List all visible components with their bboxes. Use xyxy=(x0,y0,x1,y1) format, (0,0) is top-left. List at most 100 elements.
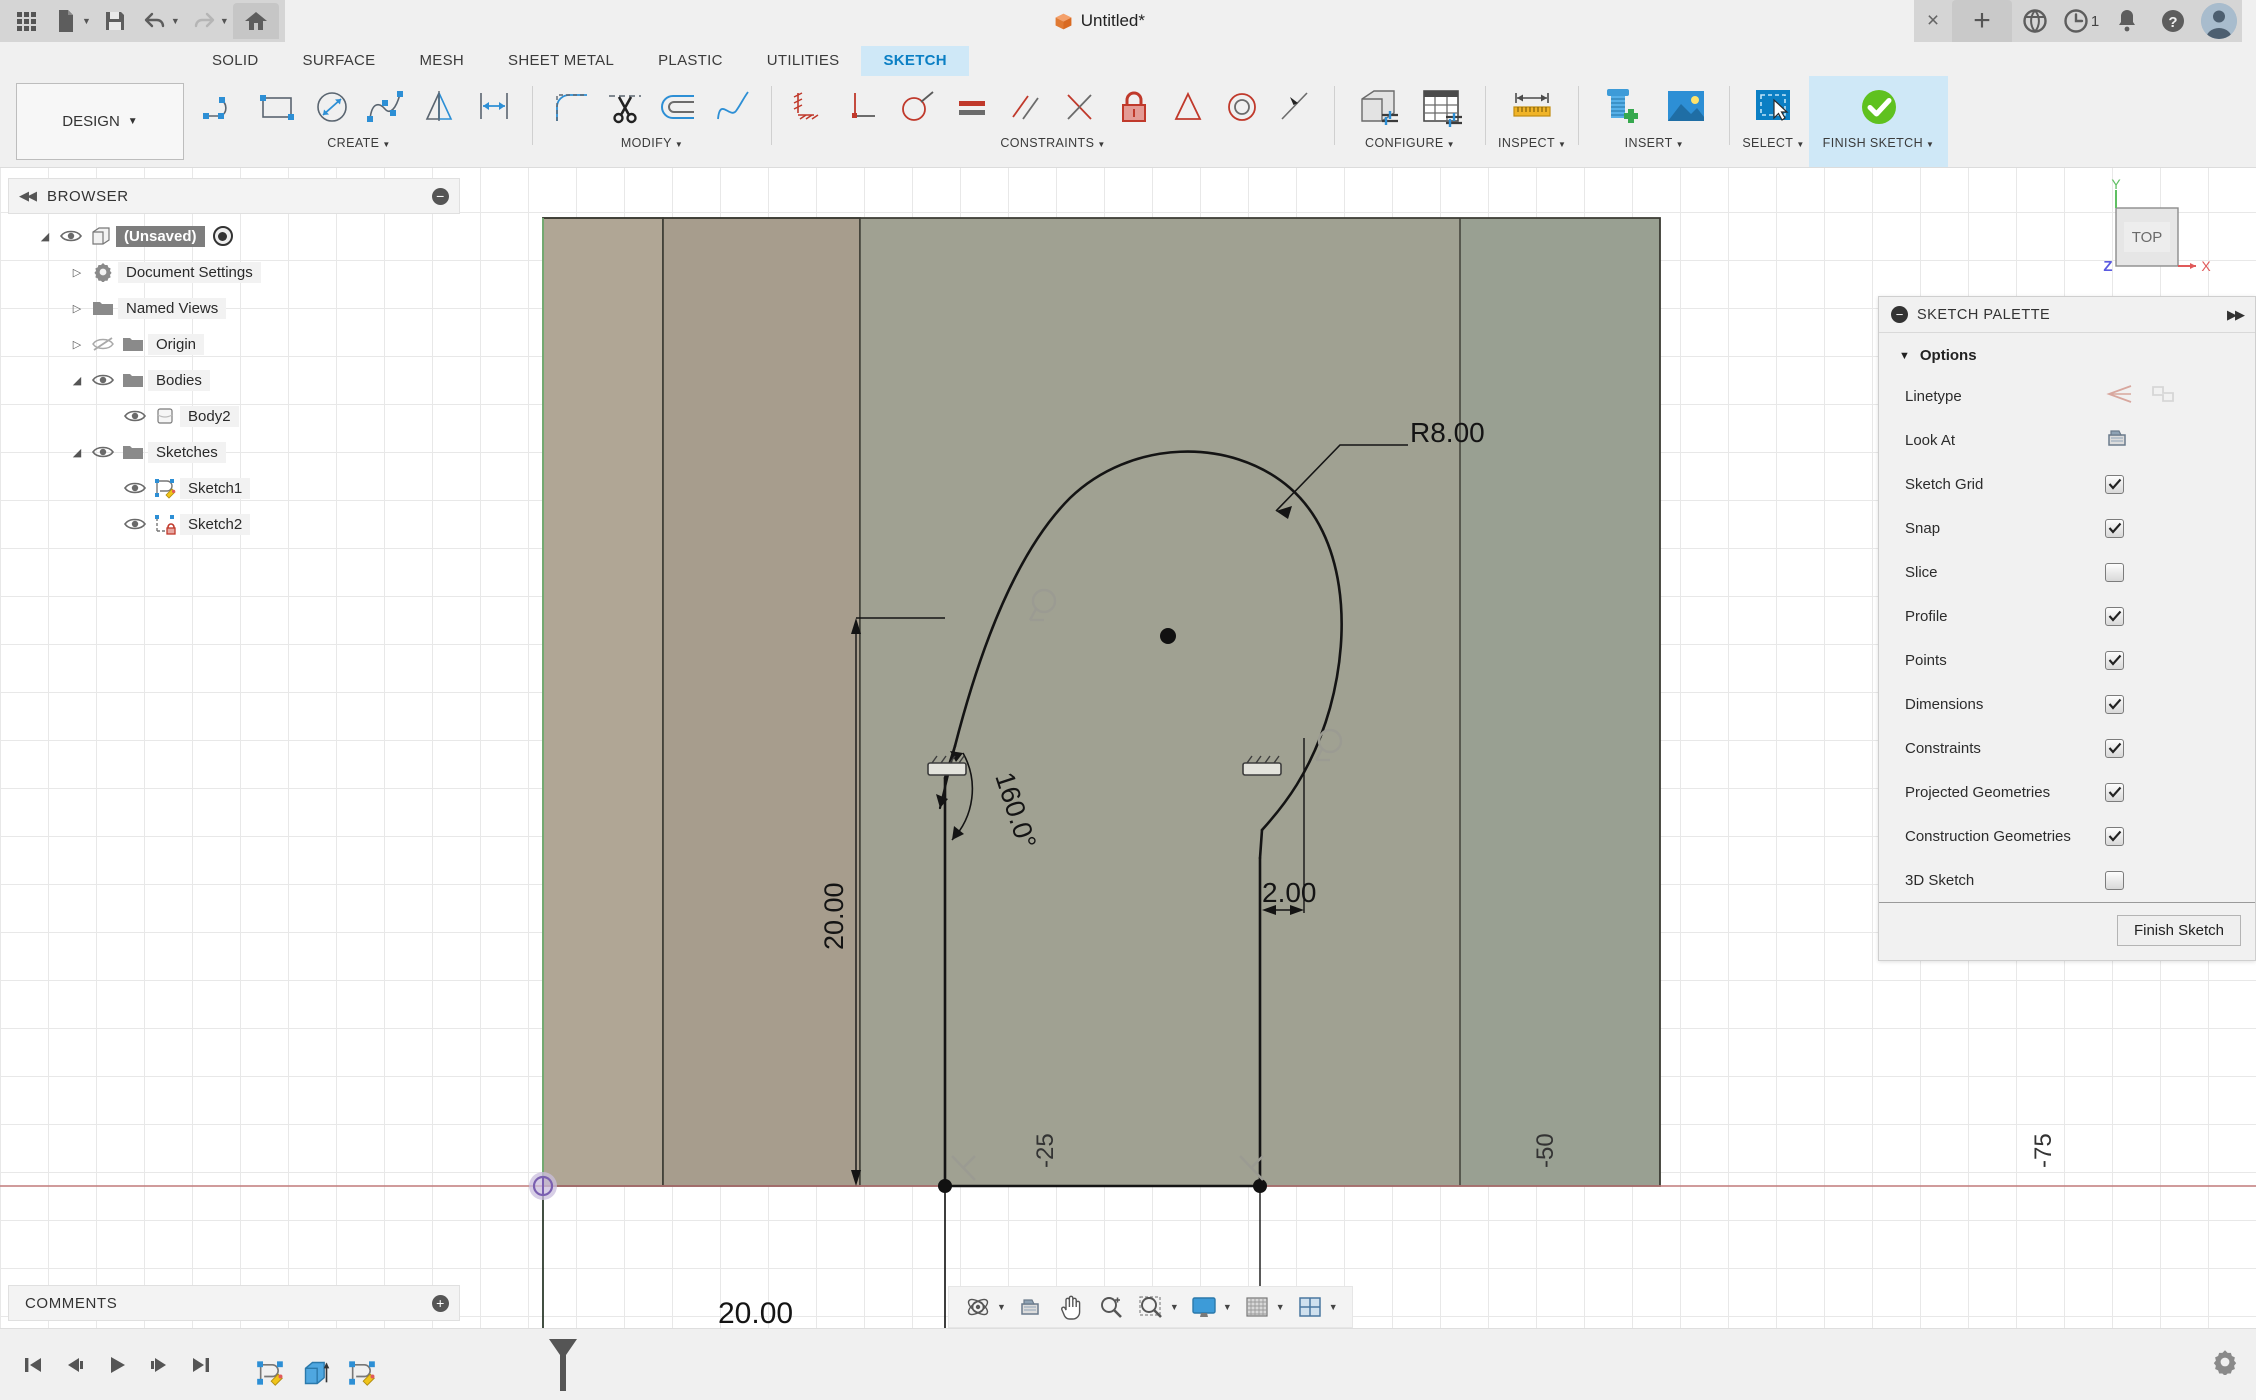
viewports-icon[interactable] xyxy=(1291,1289,1329,1325)
timeline-marker[interactable] xyxy=(549,1338,577,1391)
notifications-bell-icon[interactable] xyxy=(2104,0,2150,42)
perpendicular-constraint-icon[interactable] xyxy=(838,79,890,135)
finish-sketch-button[interactable]: Finish Sketch xyxy=(2116,915,2241,946)
zoom-window-icon[interactable] xyxy=(1132,1289,1170,1325)
twisty-open-icon[interactable]: ◢ xyxy=(66,446,88,459)
orbit-icon[interactable] xyxy=(959,1289,997,1325)
dimensions-checkbox[interactable] xyxy=(2105,694,2124,714)
offset-tool-icon[interactable] xyxy=(653,79,705,135)
save-icon[interactable] xyxy=(95,3,135,39)
parallel-constraint-icon[interactable] xyxy=(1000,79,1052,135)
grid-snaps-icon[interactable] xyxy=(1238,1289,1276,1325)
new-file-icon[interactable] xyxy=(46,3,86,39)
select-tool-icon[interactable] xyxy=(1742,79,1804,135)
profile-checkbox[interactable] xyxy=(2105,606,2124,626)
visibility-eye-icon[interactable] xyxy=(120,409,150,423)
globe-icon[interactable] xyxy=(2012,0,2058,42)
width20-dimension-text[interactable]: 20.00 xyxy=(718,1297,793,1328)
browser-node-sketches[interactable]: ◢ Sketches xyxy=(8,434,460,470)
pan-icon[interactable] xyxy=(1052,1289,1090,1325)
document-tab[interactable]: Untitled* xyxy=(285,0,1914,42)
rectangle-tool-icon[interactable] xyxy=(252,79,304,135)
twisty-closed-icon[interactable]: ▷ xyxy=(66,338,88,351)
measure-tool-icon[interactable] xyxy=(1501,79,1563,135)
new-tab-icon[interactable]: + xyxy=(1952,0,2012,42)
home-icon[interactable] xyxy=(232,3,279,39)
comments-panel-header[interactable]: COMMENTS + xyxy=(8,1285,460,1321)
workspace-switcher[interactable]: DESIGN ▼ xyxy=(16,83,184,160)
zoom-window-caret-icon[interactable]: ▼ xyxy=(1170,1302,1179,1312)
browser-node-sketch1[interactable]: Sketch1 xyxy=(8,470,460,506)
timeline-settings-gear-icon[interactable] xyxy=(2212,1349,2238,1380)
sketch-dimension-tool-icon[interactable] xyxy=(468,79,520,135)
concentric-constraint-icon[interactable] xyxy=(1216,79,1268,135)
snap-checkbox[interactable] xyxy=(2105,518,2124,538)
display-settings-icon[interactable] xyxy=(1185,1289,1223,1325)
midpoint-constraint-icon[interactable] xyxy=(1054,79,1106,135)
points-checkbox[interactable] xyxy=(2105,650,2124,670)
palette-options-section[interactable]: ▼ Options xyxy=(1879,333,2255,374)
curvature-comb-tool-icon[interactable] xyxy=(707,79,759,135)
3d-sketch-checkbox[interactable] xyxy=(2105,870,2124,890)
twisty-closed-icon[interactable]: ▷ xyxy=(66,302,88,315)
browser-node-origin[interactable]: ▷ Origin xyxy=(8,326,460,362)
go-to-beginning-icon[interactable] xyxy=(14,1345,52,1385)
app-grid-icon[interactable] xyxy=(6,3,46,39)
go-to-end-icon[interactable] xyxy=(182,1345,220,1385)
view-cube[interactable]: TOP Y X Z xyxy=(2078,178,2228,298)
mirror-tool-icon[interactable] xyxy=(414,79,466,135)
browser-node-body2[interactable]: Body2 xyxy=(8,398,460,434)
fillet-tool-icon[interactable] xyxy=(545,79,597,135)
construction-geometries-checkbox[interactable] xyxy=(2105,826,2124,846)
ribbon-tab-sketch[interactable]: SKETCH xyxy=(861,46,969,76)
palette-minimize-icon[interactable]: − xyxy=(1891,306,1908,323)
horizontal-vertical-constraint-icon[interactable] xyxy=(784,79,836,135)
insert-mcmaster-icon[interactable] xyxy=(1591,79,1653,135)
twisty-open-icon[interactable]: ◢ xyxy=(34,230,56,243)
projected-geometries-checkbox[interactable] xyxy=(2105,782,2124,802)
comments-expand-icon[interactable]: + xyxy=(432,1294,449,1312)
height-dimension-text[interactable]: 20.00 xyxy=(819,882,849,950)
configuration-tool-icon[interactable] xyxy=(1347,79,1409,135)
circle-tool-icon[interactable] xyxy=(306,79,358,135)
visibility-eye-icon[interactable] xyxy=(88,373,118,387)
timeline-sketch2[interactable] xyxy=(342,1353,382,1393)
tangent-constraint-icon[interactable] xyxy=(892,79,944,135)
radius-dimension-text[interactable]: R8.00 xyxy=(1410,417,1485,448)
viewports-caret-icon[interactable]: ▼ xyxy=(1329,1302,1338,1312)
browser-minimize-icon[interactable]: − xyxy=(432,187,449,205)
twisty-closed-icon[interactable]: ▷ xyxy=(66,266,88,279)
play-icon[interactable] xyxy=(98,1345,136,1385)
visibility-eye-icon[interactable] xyxy=(120,517,150,531)
browser-node-named-views[interactable]: ▷ Named Views xyxy=(8,290,460,326)
browser-node-sketch2[interactable]: Sketch2 xyxy=(8,506,460,542)
ribbon-tab-solid[interactable]: SOLID xyxy=(190,46,281,76)
step-forward-icon[interactable] xyxy=(140,1345,178,1385)
activate-component-radio[interactable] xyxy=(212,226,233,246)
configuration-table-icon[interactable] xyxy=(1411,79,1473,135)
trim-tool-icon[interactable] xyxy=(599,79,651,135)
timeline-sketch1[interactable] xyxy=(250,1353,290,1393)
zoom-icon[interactable] xyxy=(1092,1289,1130,1325)
undo-icon[interactable] xyxy=(135,3,175,39)
collinear-constraint-icon[interactable] xyxy=(1270,79,1322,135)
orbit-caret-icon[interactable]: ▼ xyxy=(997,1302,1006,1312)
symmetry-constraint-icon[interactable] xyxy=(1162,79,1214,135)
twisty-open-icon[interactable]: ◢ xyxy=(66,374,88,387)
look-at-icon[interactable] xyxy=(1012,1289,1050,1325)
visibility-eye-icon[interactable] xyxy=(120,481,150,495)
insert-canvas-icon[interactable] xyxy=(1655,79,1717,135)
job-status-icon[interactable]: 1 xyxy=(2058,0,2104,42)
fix-unfix-constraint-icon[interactable] xyxy=(1108,79,1160,135)
timeline-extrude[interactable] xyxy=(296,1353,336,1393)
linetype-normal-icon[interactable] xyxy=(2105,383,2133,409)
sketch-grid-checkbox[interactable] xyxy=(2105,474,2124,494)
slice-checkbox[interactable] xyxy=(2105,562,2124,582)
offset-dimension-text[interactable]: 2.00 xyxy=(1262,877,1317,908)
help-icon[interactable]: ? xyxy=(2150,0,2196,42)
step-back-icon[interactable] xyxy=(56,1345,94,1385)
line-tool-icon[interactable] xyxy=(198,79,250,135)
finish-sketch-check-icon[interactable] xyxy=(1848,79,1910,135)
browser-node-document-settings[interactable]: ▷ Document Settings xyxy=(8,254,460,290)
browser-collapse-icon[interactable]: ◀◀ xyxy=(19,188,37,204)
